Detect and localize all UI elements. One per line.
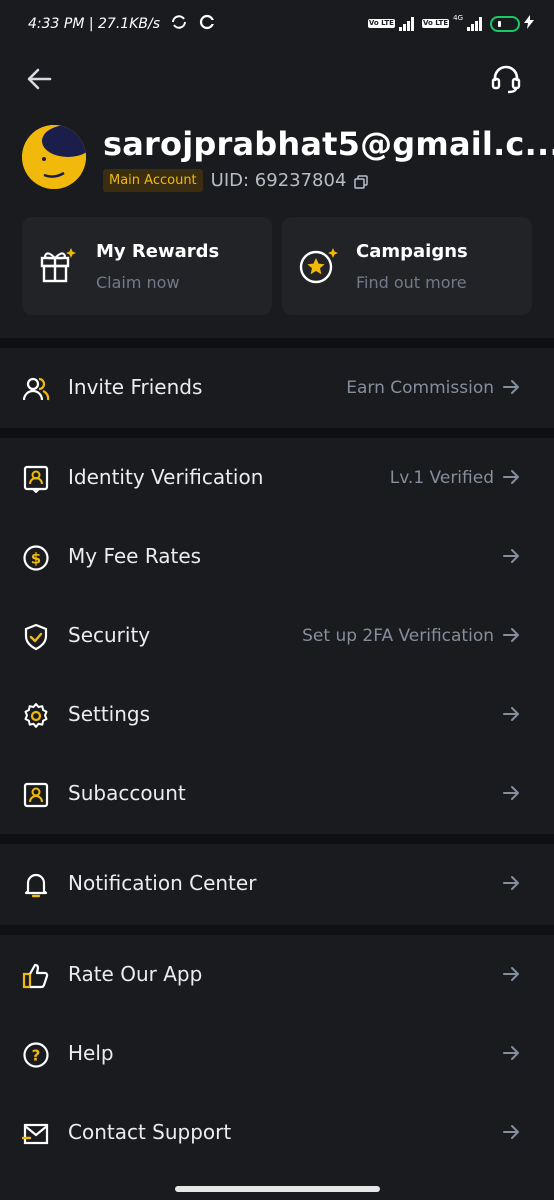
users-icon: [22, 375, 50, 403]
rewards-title: My Rewards: [96, 241, 220, 262]
avatar[interactable]: [22, 125, 86, 189]
menu-label: My Fee Rates: [68, 544, 202, 568]
main-account-badge: Main Account: [103, 169, 203, 192]
menu-item-fee-rates[interactable]: $ My Fee Rates: [0, 518, 554, 597]
back-button[interactable]: [22, 61, 58, 97]
status-bar: 4:33 PM | 27.1KB/s Vo LTE Vo LTE 4G: [0, 0, 554, 50]
arrow-right-icon: [502, 874, 520, 892]
menu-item-notification-center[interactable]: Notification Center: [0, 845, 554, 924]
copy-icon[interactable]: [354, 174, 369, 189]
sync-icon: [170, 14, 188, 34]
arrow-right-icon: [502, 965, 520, 983]
campaigns-card[interactable]: Campaigns Find out more: [282, 217, 532, 315]
menu-item-help[interactable]: ? Help: [0, 1015, 554, 1094]
star-badge-icon: [298, 245, 338, 285]
arrow-left-icon: [27, 68, 52, 90]
volte-icon-2: Vo LTE: [421, 19, 450, 28]
menu-item-subaccount[interactable]: Subaccount: [0, 755, 554, 834]
menu-hint: Set up 2FA Verification: [302, 626, 494, 646]
shield-check-icon: [22, 623, 50, 651]
help-circle-icon: ?: [22, 1041, 50, 1069]
menu-hint: Lv.1 Verified: [389, 468, 494, 488]
top-bar: [0, 55, 554, 105]
menu-item-identity-verification[interactable]: Identity Verification Lv.1 Verified: [0, 439, 554, 518]
profile-header: sarojprabhat5@gmail.c... Main Account UI…: [22, 125, 554, 205]
arrow-right-icon: [502, 1123, 520, 1141]
menu-label: Notification Center: [68, 871, 257, 895]
menu-label: Help: [68, 1041, 114, 1065]
support-button[interactable]: [488, 61, 524, 97]
status-right: Vo LTE Vo LTE 4G: [367, 14, 534, 33]
signal-icon: [398, 16, 414, 31]
headset-icon: [491, 65, 521, 94]
menu-label: Settings: [68, 702, 151, 726]
status-time-speed: 4:33 PM | 27.1KB/s: [28, 16, 160, 32]
menu-item-rate-our-app[interactable]: Rate Our App: [0, 936, 554, 1015]
net-type: 4G: [453, 14, 463, 22]
menu-item-contact-support[interactable]: Contact Support: [0, 1094, 554, 1173]
rewards-card[interactable]: My Rewards Claim now: [22, 217, 272, 315]
dollar-coin-icon: $: [22, 544, 50, 572]
rewards-subtitle: Claim now: [96, 273, 180, 292]
menu-label: Security: [68, 623, 151, 647]
menu-label: Subaccount: [68, 781, 186, 805]
id-badge-icon: [22, 465, 50, 494]
section-divider: [0, 925, 554, 935]
mail-send-icon: [21, 1120, 50, 1148]
battery-icon: [490, 15, 520, 32]
menu-item-settings[interactable]: Settings: [0, 676, 554, 755]
user-square-icon: [22, 781, 50, 809]
arrow-right-icon: [502, 705, 520, 723]
quick-cards: My Rewards Claim now Campaigns Find out …: [22, 217, 532, 315]
section-divider: [0, 834, 554, 844]
gift-icon: [38, 245, 78, 285]
charging-icon: [524, 14, 534, 33]
account-switcher[interactable]: sarojprabhat5@gmail.c...: [103, 125, 554, 163]
menu-item-security[interactable]: Security Set up 2FA Verification: [0, 597, 554, 676]
volte-icon: Vo LTE: [367, 19, 395, 28]
menu-label: Invite Friends: [68, 375, 203, 399]
arrow-right-icon: [502, 547, 520, 565]
arrow-right-icon: [502, 1044, 520, 1062]
arrow-right-icon: [502, 626, 520, 644]
status-left: 4:33 PM | 27.1KB/s: [28, 14, 215, 34]
arrow-right-icon: [502, 378, 520, 396]
section-divider: [0, 428, 554, 438]
menu-hint: Earn Commission: [346, 378, 494, 398]
account-meta: Main Account UID: 69237804: [103, 169, 369, 192]
svg-text:$: $: [31, 550, 41, 568]
campaigns-subtitle: Find out more: [356, 273, 467, 292]
arrow-right-icon: [502, 784, 520, 802]
bell-icon: [22, 871, 50, 899]
menu-label: Rate Our App: [68, 962, 203, 986]
profile-screen: 4:33 PM | 27.1KB/s Vo LTE Vo LTE 4G saro…: [0, 0, 554, 1200]
menu-label: Contact Support: [68, 1120, 232, 1144]
thumbs-up-icon: [22, 962, 50, 990]
menu-label: Identity Verification: [68, 465, 264, 489]
section-divider: [0, 338, 554, 348]
campaigns-title: Campaigns: [356, 241, 468, 262]
menu-item-invite-friends[interactable]: Invite Friends Earn Commission: [0, 349, 554, 428]
gear-icon: [22, 702, 50, 730]
arrow-right-icon: [502, 468, 520, 486]
uid-text: UID: 69237804: [210, 170, 347, 191]
signal-icon-2: [467, 16, 482, 31]
svg-text:?: ?: [32, 1047, 41, 1065]
app-c-icon: [199, 14, 215, 34]
account-email: sarojprabhat5@gmail.c...: [103, 125, 554, 163]
home-indicator[interactable]: [175, 1186, 380, 1192]
